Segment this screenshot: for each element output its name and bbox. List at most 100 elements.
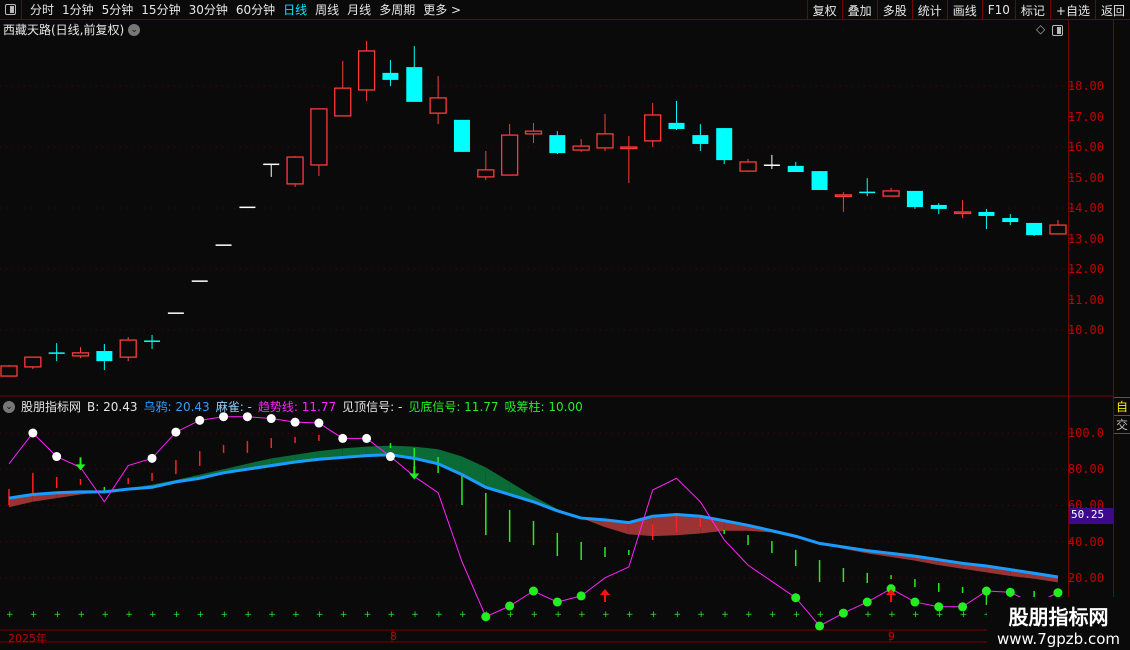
price-axis-label: 13.00 <box>1067 231 1104 246</box>
stock-title-text: 西藏天路(日线,前复权) <box>3 23 125 37</box>
baseline-marker: + <box>316 610 324 620</box>
baseline-marker: + <box>864 610 872 620</box>
baseline-marker: + <box>435 610 443 620</box>
baseline-marker: + <box>6 610 14 620</box>
tab-period[interactable]: 1分钟 <box>58 1 98 18</box>
price-axis-label: 12.00 <box>1067 262 1104 276</box>
tab-period[interactable]: 月线 <box>343 1 375 18</box>
tab-period[interactable]: 周线 <box>311 1 343 18</box>
candle-up <box>119 339 137 358</box>
baseline-marker: + <box>530 610 538 620</box>
baseline-marker: + <box>602 610 610 620</box>
toolbar-button[interactable]: 返回 <box>1094 0 1130 20</box>
crow-line <box>8 453 1059 579</box>
candle-up <box>286 156 304 185</box>
tab-period[interactable]: 日线 <box>279 1 311 18</box>
candle-down <box>1026 222 1043 236</box>
baseline-marker: + <box>554 610 562 620</box>
side-label[interactable]: 交 <box>1114 416 1130 434</box>
bottom-signal-dot <box>528 586 538 596</box>
baseline-marker: + <box>745 610 753 620</box>
toolbar-button[interactable]: 画线 <box>946 0 982 20</box>
candle-flat <box>263 163 280 166</box>
baseline-marker: + <box>197 610 205 620</box>
top-signal-dot <box>28 428 38 438</box>
baseline-marker: + <box>459 610 467 620</box>
baseline-marker: + <box>912 610 920 620</box>
indicator-axis-label: 100.0 <box>1067 426 1104 440</box>
toolbar-button[interactable]: 多股 <box>876 0 912 20</box>
price-axis-label: 17.00 <box>1067 109 1104 124</box>
tab-period[interactable]: 分时 <box>26 1 58 18</box>
candle-down <box>668 122 685 130</box>
baseline-marker: + <box>411 610 419 620</box>
candle-up <box>500 134 519 176</box>
price-axis-label: 14.00 <box>1067 201 1104 215</box>
chart-canvas[interactable]: + + + + + + + + + + + + + + + + + + + + + + + + + + + + + + + + + + + + + + + +… <box>0 0 1130 650</box>
candle-up <box>1049 224 1067 235</box>
watermark-url: www.7gpzb.com <box>997 630 1120 648</box>
toolbar-button[interactable]: +自选 <box>1049 0 1095 20</box>
candle-up <box>834 194 853 198</box>
candle-up <box>572 145 590 151</box>
baseline-marker: + <box>78 610 86 620</box>
watermark-name: 股朋指标网 <box>1008 605 1109 629</box>
toolbar-button[interactable]: 复权 <box>806 0 842 20</box>
candle-down <box>144 340 161 342</box>
chevron-down-icon[interactable]: ⌄ <box>3 400 15 413</box>
bottom-signal-dot <box>576 591 586 601</box>
indicator-axis-label: 20.00 <box>1067 570 1104 585</box>
top-signal-dot <box>290 417 300 427</box>
baseline-marker: + <box>817 610 825 620</box>
price-axis-label: 10.00 <box>1067 323 1104 337</box>
period-toolbar: 分时 1分钟 5分钟 15分钟 30分钟 60分钟 日线 周线 月线 多周期 更多 > 复权 叠加 多股… <box>0 0 1130 20</box>
candle-down <box>96 351 113 362</box>
tab-period[interactable]: 5分钟 <box>98 1 138 18</box>
side-label[interactable]: 自 <box>1114 398 1130 416</box>
baseline-marker: + <box>793 610 801 620</box>
tab-period[interactable]: 60分钟 <box>232 1 279 18</box>
toolbar-button[interactable]: 标记 <box>1014 0 1050 20</box>
top-signal-dot <box>362 433 372 443</box>
indicator-value: 趋势线: 11.77 <box>257 400 337 414</box>
panel-toggle-icon[interactable] <box>1052 25 1063 39</box>
toolbar-button[interactable]: 统计 <box>911 0 947 20</box>
candle-up <box>620 146 638 150</box>
baseline-marker: + <box>507 610 515 620</box>
candle-up <box>357 50 376 91</box>
baseline-marker: + <box>173 610 181 620</box>
baseline-marker: + <box>721 610 729 620</box>
ribbon-segment <box>676 514 701 536</box>
quote-panel-collapsed[interactable] <box>1114 20 1130 398</box>
chevron-down-icon[interactable]: ⌄ <box>128 23 141 36</box>
date-label: 2025年 <box>8 632 47 645</box>
indicator-value: 麻雀: - <box>215 400 252 414</box>
candle-down <box>48 352 65 354</box>
toolbar-button[interactable]: 叠加 <box>841 0 877 20</box>
ribbon-segment <box>461 456 486 488</box>
right-info-strip[interactable]: 自 交 <box>1113 20 1130 630</box>
baseline-marker: + <box>221 610 229 620</box>
buy-arrow-icon <box>600 589 610 602</box>
indicator-value: 见顶信号: - <box>342 400 403 414</box>
top-signal-dot <box>266 414 276 424</box>
indicator-name[interactable]: 股朋指标网 <box>21 398 81 415</box>
candle-down <box>859 191 876 194</box>
tab-period[interactable]: 多周期 <box>375 1 419 18</box>
bottom-signal-dot <box>815 621 825 631</box>
top-signal-dot <box>195 415 205 425</box>
candle-up <box>334 87 352 117</box>
sidebar-toggle-button[interactable] <box>0 0 22 20</box>
tab-period[interactable]: 15分钟 <box>137 1 184 18</box>
price-axis-label: 18.00 <box>1067 79 1104 93</box>
baseline-marker: + <box>364 610 372 620</box>
top-signal-dot <box>338 433 348 443</box>
bottom-signal-dot <box>552 597 562 607</box>
stock-title: 西藏天路(日线,前复权) ⌄ <box>3 21 141 38</box>
diamond-icon[interactable]: ◇ <box>1036 22 1045 36</box>
tab-period[interactable]: 30分钟 <box>185 1 232 18</box>
tab-period[interactable]: 更多 > <box>419 1 465 18</box>
candle-up <box>24 356 42 368</box>
toolbar-button[interactable]: F10 <box>981 0 1015 20</box>
price-axis-label: 15.00 <box>1067 170 1104 185</box>
